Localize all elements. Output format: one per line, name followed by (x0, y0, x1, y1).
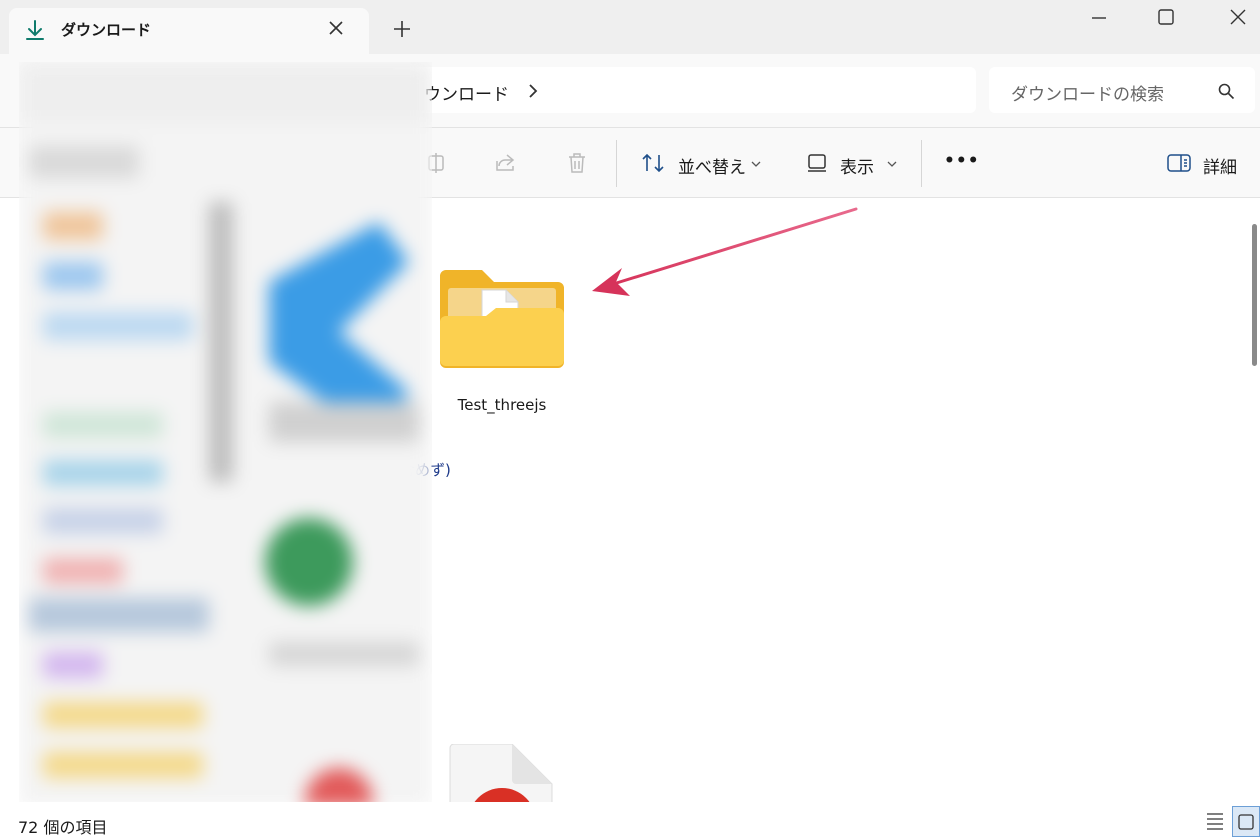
status-bar: 72 個の項目 (0, 802, 1260, 837)
folder-icon (438, 266, 566, 372)
chevron-down-icon (886, 155, 898, 174)
search-input[interactable]: ダウンロードの検索 (1011, 80, 1164, 105)
view-button[interactable]: 表示 (806, 149, 898, 178)
download-icon (23, 18, 47, 46)
vertical-scrollbar[interactable] (1252, 224, 1257, 366)
toolbar-separator (616, 140, 617, 187)
minimize-icon[interactable] (1078, 6, 1118, 30)
tab-downloads[interactable]: ダウンロード (9, 8, 369, 54)
folder-item[interactable]: Test_threejs (430, 262, 574, 422)
maximize-icon[interactable] (1146, 6, 1186, 30)
trash-icon[interactable] (565, 151, 589, 179)
item-count: 72 個の項目 (18, 818, 108, 837)
blurred-region (19, 62, 432, 807)
title-bar: ダウンロード (0, 0, 1260, 54)
breadcrumb-current[interactable]: ウンロード (424, 80, 509, 105)
folder-name: Test_threejs (457, 396, 547, 414)
sort-label: 並べ替え (678, 158, 746, 178)
list-view-icon[interactable] (1205, 810, 1225, 834)
close-icon[interactable] (327, 19, 345, 41)
address-bar[interactable]: ウンロード (392, 67, 976, 113)
chevron-down-icon (750, 155, 762, 174)
pdf-file-icon[interactable] (448, 743, 558, 840)
sort-button[interactable]: 並べ替え (640, 149, 765, 179)
tab-title: ダウンロード (61, 21, 152, 39)
details-label: 詳細 (1203, 158, 1237, 178)
share-icon[interactable] (493, 151, 517, 179)
more-label: ••• (944, 151, 980, 171)
view-icon (806, 152, 828, 178)
search-icon[interactable] (1217, 82, 1235, 104)
window-close-icon[interactable] (1218, 6, 1258, 30)
details-pane-button[interactable]: 詳細 (1166, 149, 1246, 178)
search-box[interactable]: ダウンロードの検索 (989, 67, 1255, 113)
details-pane-icon (1166, 152, 1192, 178)
chevron-right-icon[interactable] (526, 82, 540, 104)
sort-icon (640, 151, 668, 179)
more-options-button[interactable]: ••• (944, 149, 979, 177)
grid-view-icon[interactable] (1232, 806, 1260, 837)
toolbar-separator (921, 140, 922, 187)
view-label: 表示 (840, 158, 874, 178)
new-tab-button[interactable] (391, 18, 413, 44)
